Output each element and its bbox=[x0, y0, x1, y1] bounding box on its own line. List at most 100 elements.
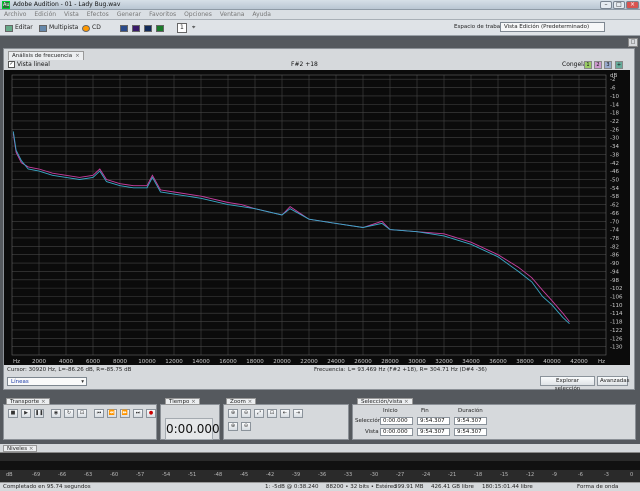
minimize-icon[interactable]: – bbox=[600, 1, 612, 9]
display-mode-waveform[interactable] bbox=[118, 23, 130, 33]
workspace-select[interactable]: Vista Edición (Predeterminado) bbox=[500, 22, 605, 32]
maximize-icon[interactable]: □ bbox=[613, 1, 625, 9]
loop-button[interactable]: ↻ bbox=[64, 409, 74, 418]
y-tick-label: -106 bbox=[610, 294, 623, 300]
menu-efectos[interactable]: Efectos bbox=[85, 10, 111, 19]
y-tick-label: -98 bbox=[610, 278, 619, 284]
y-tick-label: -30 bbox=[610, 136, 619, 142]
zoom-out-full-icon[interactable]: ⤢ bbox=[254, 409, 264, 418]
close-icon[interactable]: × bbox=[626, 1, 639, 9]
display-mode-select[interactable]: Líneas ▾ bbox=[7, 377, 87, 386]
cd-label: CD bbox=[92, 24, 101, 31]
levels-tick: -39 bbox=[292, 472, 301, 478]
menu-archivo[interactable]: Archivo bbox=[2, 10, 28, 19]
go-to-start-button[interactable]: ⏮ bbox=[94, 409, 104, 418]
tab-transport[interactable]: Transporte × bbox=[6, 398, 50, 405]
levels-tick: -21 bbox=[448, 472, 457, 478]
zoom-left-edge-icon[interactable]: ⇤ bbox=[280, 409, 290, 418]
record-button[interactable]: ● bbox=[146, 409, 156, 418]
y-tick-label: -6 bbox=[610, 86, 616, 92]
freeze-slot-1[interactable]: 1 bbox=[584, 61, 592, 69]
levels-tick: -36 bbox=[318, 472, 327, 478]
skip-silence-button[interactable]: ⊡ bbox=[77, 409, 87, 418]
zoom-out-vertical-icon[interactable]: ⊖ bbox=[241, 422, 251, 431]
tab-time[interactable]: Tiempo × bbox=[165, 398, 200, 405]
panel-max-icon[interactable]: □ bbox=[628, 38, 638, 47]
tab-close-icon[interactable]: × bbox=[404, 399, 409, 405]
play-from-cursor-button[interactable]: ◉ bbox=[51, 409, 61, 418]
menu-ventana[interactable]: Ventana bbox=[218, 10, 247, 19]
play-button[interactable]: ▶ bbox=[21, 409, 31, 418]
view-end-field[interactable]: 9:54.307 bbox=[417, 428, 450, 436]
levels-tick: -54 bbox=[162, 472, 171, 478]
tab-frequency-analysis[interactable]: Análisis de frecuencia × bbox=[8, 51, 84, 60]
linear-view-checkbox[interactable]: ✓ bbox=[8, 61, 15, 68]
menu-edicion[interactable]: Edición bbox=[32, 10, 58, 19]
selection-start-field[interactable]: 0:00.000 bbox=[380, 417, 413, 425]
tab-zoom[interactable]: Zoom × bbox=[226, 398, 257, 405]
selection-duration-field[interactable]: 9:54.307 bbox=[454, 417, 487, 425]
tab-close-icon[interactable]: × bbox=[75, 53, 80, 59]
levels-tick: -6 bbox=[578, 472, 583, 478]
tab-transport-label: Transporte bbox=[10, 399, 40, 405]
levels-tick: -27 bbox=[396, 472, 405, 478]
levels-tick: -33 bbox=[344, 472, 353, 478]
advanced-button[interactable]: Avanzadas bbox=[597, 376, 630, 386]
y-tick-label: -10 bbox=[610, 94, 619, 100]
fast-forward-button[interactable]: ⏩ bbox=[120, 409, 130, 418]
rewind-button[interactable]: ⏪ bbox=[107, 409, 117, 418]
frequency-chart[interactable]: 2000 4000 6000 8000 10000 12000 14000 16000 1800… bbox=[4, 70, 630, 365]
cd-view-button[interactable]: CD bbox=[80, 23, 103, 33]
multitrack-icon bbox=[39, 24, 47, 32]
time-display: 0:00.000 bbox=[165, 418, 220, 440]
status-bar: Completado en 95.74 segundos 1: -5dB @ 0… bbox=[0, 482, 640, 491]
tab-close-icon[interactable]: × bbox=[29, 446, 34, 452]
multitrack-view-button[interactable]: Multipista bbox=[37, 23, 80, 33]
zoom-right-edge-icon[interactable]: ⇥ bbox=[293, 409, 303, 418]
status-mode: Forma de onda bbox=[577, 484, 619, 490]
selection-end-field[interactable]: 9:54.307 bbox=[417, 417, 450, 425]
zoom-level-button[interactable]: 1 bbox=[177, 23, 187, 33]
zoom-in-horizontal-icon[interactable]: ⊕ bbox=[228, 409, 238, 418]
y-tick-label: -70 bbox=[610, 219, 619, 225]
freeze-slot-3[interactable]: 3 bbox=[604, 61, 612, 69]
freeze-slot-2[interactable]: 2 bbox=[594, 61, 602, 69]
tab-selection-view[interactable]: Selección/vista × bbox=[357, 398, 413, 405]
y-tick-label: -22 bbox=[610, 119, 619, 125]
stop-button[interactable]: ■ bbox=[8, 409, 18, 418]
tab-close-icon[interactable]: × bbox=[191, 399, 196, 405]
display-mode-phase[interactable] bbox=[154, 23, 166, 33]
app-icon: Au bbox=[2, 1, 10, 9]
tab-levels[interactable]: Niveles × bbox=[3, 445, 38, 452]
menu-vista[interactable]: Vista bbox=[62, 10, 81, 19]
display-mode-pan[interactable] bbox=[142, 23, 154, 33]
go-to-end-button[interactable]: ⏭ bbox=[133, 409, 143, 418]
view-duration-field[interactable]: 9:54.307 bbox=[454, 428, 487, 436]
time-selection-icon[interactable]: ⌖ bbox=[190, 23, 197, 33]
frequency-plot[interactable]: 2000 4000 6000 8000 10000 12000 14000 16000 1800… bbox=[4, 70, 630, 365]
tab-close-icon[interactable]: × bbox=[41, 399, 46, 405]
menu-favoritos[interactable]: Favoritos bbox=[147, 10, 178, 19]
levels-tick: -30 bbox=[370, 472, 379, 478]
zoom-to-selection-icon[interactable]: ⊡ bbox=[267, 409, 277, 418]
zoom-out-horizontal-icon[interactable]: ⊖ bbox=[241, 409, 251, 418]
pause-button[interactable]: ❚❚ bbox=[34, 409, 44, 418]
menu-opciones[interactable]: Opciones bbox=[182, 10, 214, 19]
view-start-field[interactable]: 0:00.000 bbox=[380, 428, 413, 436]
y-tick-label: -38 bbox=[610, 152, 619, 158]
zoom-panel: Zoom × ⊕ ⊖ ⤢ ⊡ ⇤ ⇥ ⊕ ⊖ bbox=[223, 398, 349, 440]
tab-close-icon[interactable]: × bbox=[248, 399, 253, 405]
display-mode-spectral[interactable] bbox=[130, 23, 142, 33]
panel-header: ✓ Vista lineal F#2 +18 Congelar: 1 2 3 + bbox=[4, 60, 634, 70]
freeze-add-icon[interactable]: + bbox=[615, 61, 623, 69]
lower-panels: Transporte × ■ ▶ ❚❚ ◉ ↻ ⊡ ⏮ ⏪ ⏩ ⏭ ● Tiem… bbox=[0, 396, 640, 444]
levels-tick: -51 bbox=[188, 472, 197, 478]
y-tick-label: -110 bbox=[610, 303, 623, 309]
col-duration-header: Duración bbox=[458, 408, 483, 414]
explore-selection-button[interactable]: Explorar selección bbox=[540, 376, 595, 392]
y-tick-label: -102 bbox=[610, 286, 622, 292]
edit-view-button[interactable]: Editar bbox=[3, 23, 35, 33]
menu-ayuda[interactable]: Ayuda bbox=[250, 10, 273, 19]
zoom-in-vertical-icon[interactable]: ⊕ bbox=[228, 422, 238, 431]
menu-generar[interactable]: Generar bbox=[115, 10, 143, 19]
